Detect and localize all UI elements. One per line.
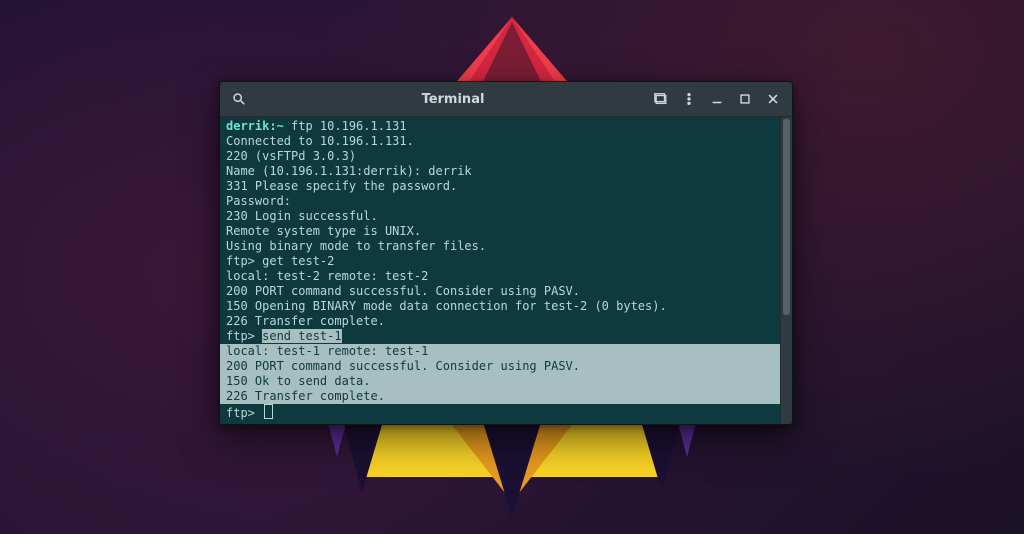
terminal-line[interactable]: local: test-1 remote: test-1 (220, 344, 792, 359)
ftp-prompt: ftp> (226, 254, 262, 268)
new-tab-icon (654, 92, 668, 106)
close-button[interactable] (760, 86, 786, 112)
terminal-line[interactable]: Using binary mode to transfer files. (226, 239, 778, 254)
terminal-line[interactable]: derrik:~ ftp 10.196.1.131 (226, 119, 778, 134)
terminal-line[interactable]: ftp> get test-2 (226, 254, 778, 269)
terminal-window: Terminal derrik:~ ftp 10.196.1.131Connec… (219, 81, 793, 425)
minimize-button[interactable] (704, 86, 730, 112)
search-icon (232, 92, 246, 106)
terminal-line[interactable]: 226 Transfer complete. (226, 314, 778, 329)
terminal-output[interactable]: derrik:~ ftp 10.196.1.131Connected to 10… (226, 119, 778, 419)
terminal-line[interactable]: ftp> send test-1 (226, 329, 778, 344)
new-tab-button[interactable] (648, 86, 674, 112)
terminal-line[interactable]: Password: (226, 194, 778, 209)
kebab-menu-icon (682, 92, 696, 106)
selected-text[interactable]: send test-1 (262, 329, 341, 343)
minimize-icon (710, 92, 724, 106)
window-titlebar[interactable]: Terminal (220, 82, 792, 117)
maximize-icon (738, 92, 752, 106)
search-button[interactable] (226, 86, 252, 112)
terminal-line[interactable]: 230 Login successful. (226, 209, 778, 224)
terminal-line[interactable]: Remote system type is UNIX. (226, 224, 778, 239)
terminal-scrollbar[interactable] (780, 117, 792, 424)
maximize-button[interactable] (732, 86, 758, 112)
ftp-prompt: ftp> (226, 406, 262, 420)
text-cursor (264, 404, 273, 419)
terminal-line[interactable]: ftp> (226, 404, 778, 419)
terminal-line[interactable]: Name (10.196.1.131:derrik): derrik (226, 164, 778, 179)
terminal-line[interactable]: 200 PORT command successful. Consider us… (226, 284, 778, 299)
scrollbar-thumb[interactable] (783, 119, 790, 315)
window-title: Terminal (258, 92, 648, 107)
close-icon (766, 92, 780, 106)
terminal-line[interactable]: 220 (vsFTPd 3.0.3) (226, 149, 778, 164)
terminal-line[interactable]: 150 Ok to send data. (220, 374, 792, 389)
ftp-prompt: ftp> (226, 329, 262, 343)
terminal-line[interactable]: 150 Opening BINARY mode data connection … (226, 299, 778, 314)
terminal-body[interactable]: derrik:~ ftp 10.196.1.131Connected to 10… (220, 117, 792, 424)
menu-button[interactable] (676, 86, 702, 112)
shell-prompt: derrik:~ (226, 119, 291, 133)
terminal-line[interactable]: 200 PORT command successful. Consider us… (220, 359, 792, 374)
terminal-line[interactable]: 226 Transfer complete. (220, 389, 792, 404)
terminal-line[interactable]: 331 Please specify the password. (226, 179, 778, 194)
terminal-line[interactable]: local: test-2 remote: test-2 (226, 269, 778, 284)
terminal-line[interactable]: Connected to 10.196.1.131. (226, 134, 778, 149)
